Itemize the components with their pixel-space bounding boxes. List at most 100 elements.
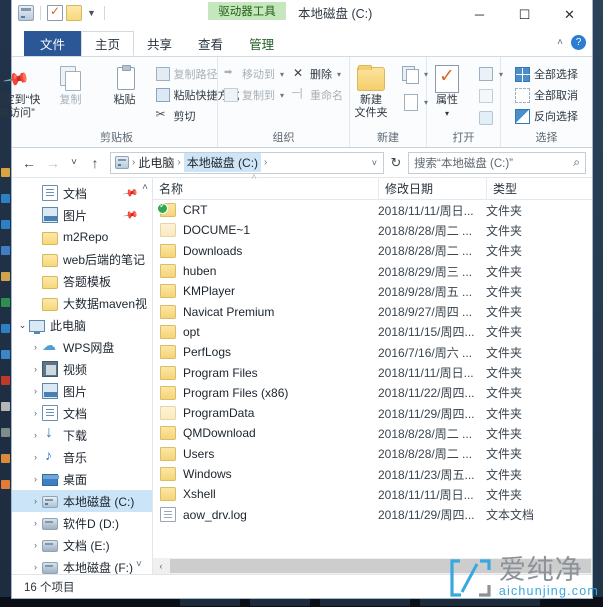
sidebar-item[interactable]: › WPS网盘 bbox=[12, 336, 152, 358]
sidebar-item[interactable]: › 图片 bbox=[12, 380, 152, 402]
taskbar-window-button[interactable] bbox=[180, 598, 240, 606]
nav-scroll-up-icon[interactable]: ˄ bbox=[142, 182, 148, 193]
sidebar-item[interactable]: › 本地磁盘 (C:) bbox=[12, 490, 152, 512]
minimize-button[interactable]: ─ bbox=[457, 0, 502, 29]
table-row[interactable]: aow_drv.log 2018/11/29/周四... 文本文档 bbox=[153, 504, 592, 524]
invert-selection-button[interactable]: 反向选择 bbox=[512, 107, 581, 125]
table-row[interactable]: PerfLogs 2016/7/16/周六 ... 文件夹 bbox=[153, 342, 592, 362]
tab-view[interactable]: 查看 bbox=[185, 31, 236, 56]
table-row[interactable]: Program Files 2018/11/11/周日... 文件夹 bbox=[153, 362, 592, 382]
taskbar-app-icon[interactable] bbox=[1, 272, 10, 281]
forward-button[interactable]: → bbox=[42, 152, 64, 174]
chevron-right-icon[interactable]: › bbox=[29, 342, 42, 352]
navigation-pane[interactable]: 文档 📌 图片 📌 m2Repo web后端的笔记答题模板大数据maven视 ⌄ 此电脑 › WP… bbox=[12, 178, 153, 574]
collapse-ribbon-icon[interactable]: ˄ bbox=[557, 37, 563, 48]
table-row[interactable]: Navicat Premium 2018/9/27/周四 ... 文件夹 bbox=[153, 301, 592, 321]
delete-button[interactable]: 删除 ▾ bbox=[289, 65, 346, 83]
table-row[interactable]: huben 2018/8/29/周三 ... 文件夹 bbox=[153, 261, 592, 281]
taskbar-app-icon[interactable] bbox=[1, 480, 10, 489]
sidebar-item[interactable]: › 视频 bbox=[12, 358, 152, 380]
taskbar-window-button[interactable] bbox=[250, 598, 310, 606]
sidebar-item[interactable]: 答题模板 bbox=[12, 270, 152, 292]
copy-to-button[interactable]: 复制到 ▾ bbox=[221, 86, 287, 104]
recent-locations-button[interactable]: ˅ bbox=[66, 152, 82, 174]
sidebar-item[interactable]: web后端的笔记 bbox=[12, 248, 152, 270]
copy-button[interactable]: 复制 bbox=[45, 60, 97, 107]
table-row[interactable]: DOCUME~1 2018/8/28/周二 ... 文件夹 bbox=[153, 220, 592, 240]
chevron-down-icon[interactable]: ▾ bbox=[337, 70, 341, 79]
column-header-type[interactable]: 类型 bbox=[486, 177, 576, 200]
column-header-name[interactable]: 名称 ˄ bbox=[153, 172, 378, 200]
taskbar-app-icon[interactable] bbox=[1, 350, 10, 359]
taskbar-app-icon[interactable] bbox=[1, 298, 10, 307]
sidebar-item[interactable]: 文档 📌 bbox=[12, 182, 152, 204]
chevron-right-icon[interactable]: › bbox=[29, 518, 42, 528]
column-header-date[interactable]: 修改日期 bbox=[378, 177, 486, 200]
sidebar-item[interactable]: ⌄ 此电脑 bbox=[12, 314, 152, 336]
breadcrumb[interactable]: › 此电脑 › 本地磁盘 (C:) › ˅ bbox=[110, 151, 384, 174]
help-icon[interactable]: ? bbox=[571, 35, 586, 50]
properties-button[interactable]: 属性 ▾ bbox=[421, 60, 473, 120]
table-row[interactable]: QMDownload 2018/8/28/周二 ... 文件夹 bbox=[153, 423, 592, 443]
chevron-right-icon[interactable]: › bbox=[29, 386, 42, 396]
chevron-down-icon[interactable]: ▼ bbox=[85, 5, 98, 21]
taskbar-app-icon[interactable] bbox=[1, 168, 10, 177]
tab-manage[interactable]: 管理 bbox=[236, 31, 287, 56]
chevron-down-icon[interactable]: ▾ bbox=[445, 107, 449, 120]
nav-scroll-down-icon[interactable]: ˅ bbox=[136, 559, 586, 570]
chevron-right-icon[interactable]: › bbox=[29, 364, 42, 374]
properties-icon[interactable] bbox=[47, 4, 63, 21]
chevron-right-icon[interactable]: › bbox=[29, 430, 42, 440]
chevron-right-icon[interactable]: › bbox=[29, 562, 42, 572]
breadcrumb-item-this-pc[interactable]: 此电脑 bbox=[138, 154, 174, 171]
chevron-down-icon[interactable]: ▾ bbox=[280, 91, 284, 100]
chevron-down-icon[interactable]: ˅ bbox=[372, 158, 377, 168]
table-row[interactable]: CRT 2018/11/11/周日... 文件夹 bbox=[153, 200, 592, 220]
refresh-button[interactable]: ↻ bbox=[386, 155, 406, 171]
paste-button[interactable]: 粘贴 bbox=[99, 60, 151, 107]
taskbar-window-button[interactable] bbox=[320, 598, 410, 606]
move-to-button[interactable]: 移动到 ▾ bbox=[221, 65, 287, 83]
rename-button[interactable]: 重命名 bbox=[289, 86, 346, 104]
table-row[interactable]: Users 2018/8/28/周二 ... 文件夹 bbox=[153, 444, 592, 464]
chevron-right-icon[interactable]: › bbox=[29, 496, 42, 506]
taskbar-app-icon[interactable] bbox=[1, 428, 10, 437]
select-none-button[interactable]: 全部取消 bbox=[512, 86, 581, 104]
pin-icon[interactable]: 📌 bbox=[122, 185, 139, 201]
pin-icon[interactable]: 📌 bbox=[122, 207, 139, 223]
new-folder-icon[interactable] bbox=[66, 5, 82, 21]
chevron-down-icon[interactable]: ▾ bbox=[280, 70, 284, 79]
table-row[interactable]: Windows 2018/11/23/周五... 文件夹 bbox=[153, 464, 592, 484]
taskbar-app-icon[interactable] bbox=[1, 194, 10, 203]
maximize-button[interactable]: ☐ bbox=[502, 0, 547, 29]
quick-access-toolbar[interactable]: ▼ bbox=[18, 4, 108, 21]
table-row[interactable]: Program Files (x86) 2018/11/22/周四... 文件夹 bbox=[153, 383, 592, 403]
sidebar-item[interactable]: › 桌面 bbox=[12, 468, 152, 490]
table-row[interactable]: Downloads 2018/8/28/周二 ... 文件夹 bbox=[153, 241, 592, 261]
close-button[interactable]: ✕ bbox=[547, 0, 592, 29]
taskbar-app-icon[interactable] bbox=[1, 376, 10, 385]
chevron-right-icon[interactable]: › bbox=[29, 540, 42, 550]
pin-to-quick-access-button[interactable]: 📌 固定到“快 速访问” bbox=[0, 60, 43, 120]
sidebar-item[interactable]: m2Repo bbox=[12, 226, 152, 248]
table-row[interactable]: KMPlayer 2018/9/28/周五 ... 文件夹 bbox=[153, 281, 592, 301]
taskbar-app-icon[interactable] bbox=[1, 402, 10, 411]
chevron-right-icon[interactable]: › bbox=[29, 452, 42, 462]
chevron-down-icon[interactable]: ⌄ bbox=[16, 320, 29, 331]
tab-file[interactable]: 文件 bbox=[24, 31, 82, 56]
table-row[interactable]: opt 2018/11/15/周四... 文件夹 bbox=[153, 322, 592, 342]
table-row[interactable]: ProgramData 2018/11/29/周四... 文件夹 bbox=[153, 403, 592, 423]
search-box[interactable]: 搜索“本地磁盘 (C:)” ⌕ bbox=[408, 151, 586, 174]
up-button[interactable]: ↑ bbox=[84, 152, 106, 174]
back-button[interactable]: ← bbox=[18, 152, 40, 174]
sidebar-item[interactable]: › 文档 bbox=[12, 402, 152, 424]
taskbar-app-icon[interactable] bbox=[1, 324, 10, 333]
sidebar-item[interactable]: › 软件D (D:) bbox=[12, 512, 152, 534]
chevron-right-icon[interactable]: › bbox=[29, 474, 42, 484]
sidebar-item[interactable]: › 下载 bbox=[12, 424, 152, 446]
new-folder-button[interactable]: 新建 文件夹 bbox=[345, 60, 397, 120]
tab-share[interactable]: 共享 bbox=[134, 31, 185, 56]
tab-home[interactable]: 主页 bbox=[81, 31, 135, 56]
sidebar-item[interactable]: › 文档 (E:) bbox=[12, 534, 152, 556]
table-row[interactable]: Xshell 2018/11/11/周日... 文件夹 bbox=[153, 484, 592, 504]
